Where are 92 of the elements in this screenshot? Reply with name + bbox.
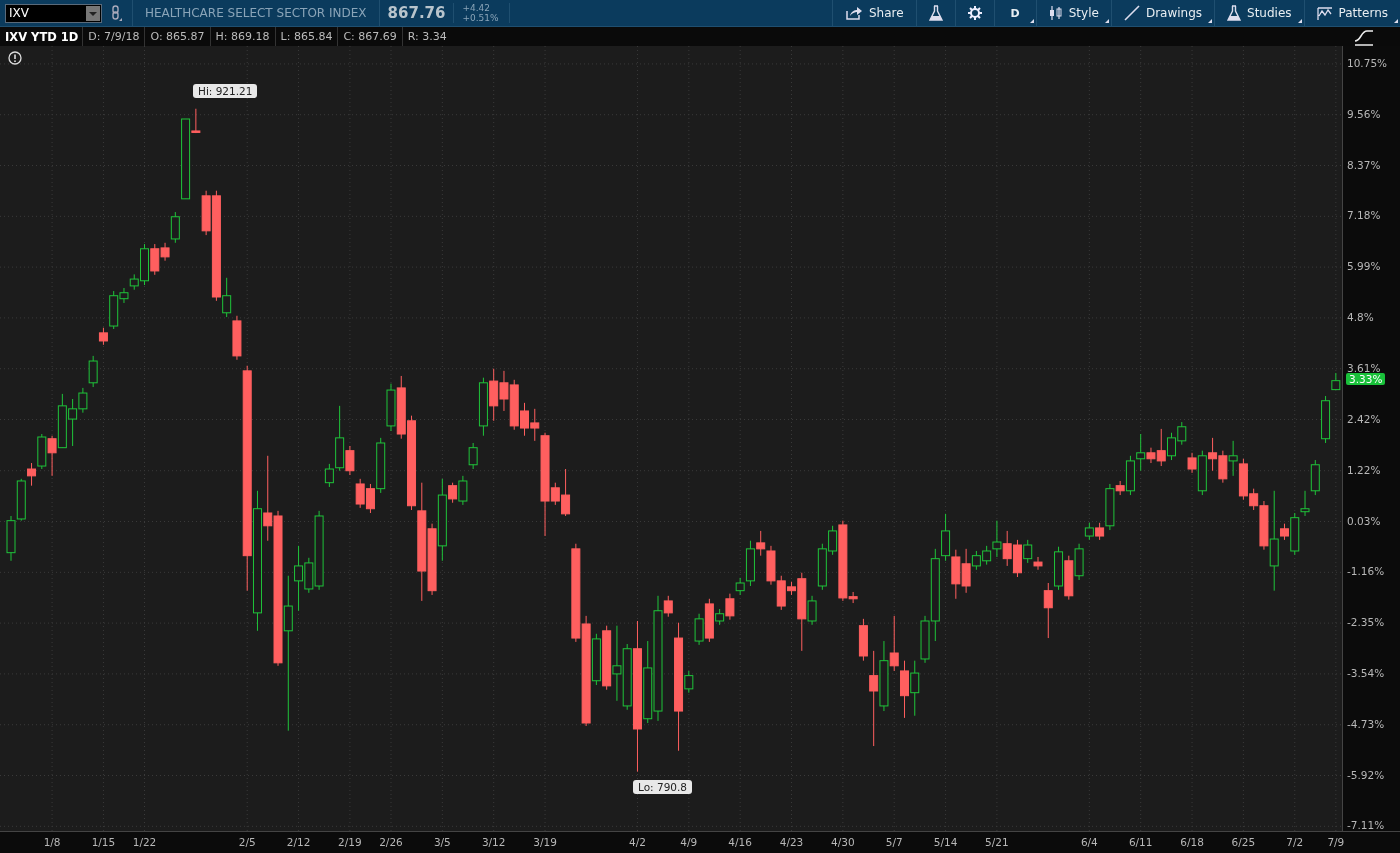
candlestick	[1300, 490, 1310, 517]
candlestick	[889, 615, 899, 672]
drawings-button[interactable]: Drawings	[1110, 0, 1215, 26]
axis-label: 2/12	[286, 836, 311, 848]
candlestick	[324, 463, 334, 488]
share-icon	[844, 6, 863, 20]
axis-label: -4.73%	[1347, 717, 1385, 730]
candlestick	[807, 595, 817, 626]
axis-label: 5/21	[985, 836, 1009, 848]
candlestick	[910, 660, 920, 717]
axis-label: 1/15	[91, 836, 116, 848]
axis-label: -5.92%	[1347, 768, 1385, 781]
alert-icon[interactable]	[8, 51, 22, 65]
axis-label: 3.61%	[1347, 361, 1381, 374]
studies-button[interactable]: Studies	[1214, 0, 1304, 26]
candlestick	[1228, 440, 1238, 477]
axis-label: 2/19	[338, 836, 362, 848]
axis-label: 5/14	[933, 836, 958, 848]
candlestick	[27, 462, 37, 487]
axis-label: 4/30	[831, 836, 855, 848]
axis-label: 6/18	[1180, 836, 1204, 848]
patterns-button[interactable]: Patterns	[1303, 0, 1400, 26]
candlestick	[191, 108, 201, 134]
axis-label: 1.22%	[1347, 463, 1381, 476]
axis-label: -2.35%	[1347, 616, 1385, 629]
candlestick	[458, 475, 468, 506]
axis-label: 10.75%	[1347, 56, 1388, 69]
current-value-badge: 3.33%	[1346, 372, 1386, 385]
candlestick	[725, 593, 735, 621]
axis-label: 5.99%	[1347, 260, 1381, 273]
candlestick	[1136, 433, 1146, 472]
axis-label: 7/2	[1286, 836, 1304, 848]
axis-label: 8.37%	[1347, 158, 1381, 171]
symbol-description: HEALTHCARE SELECT SECTOR INDEX	[132, 0, 380, 26]
axis-label: 1/8	[43, 836, 61, 848]
zigzag-chart-icon	[1316, 5, 1333, 21]
axis-label: 4/16	[728, 836, 752, 848]
axis-label: 4/9	[680, 836, 698, 848]
scale-curve-icon[interactable]	[1353, 27, 1375, 46]
last-price: 867.76	[386, 4, 447, 22]
candlestick	[694, 613, 704, 646]
axis-label: 4/23	[779, 836, 804, 848]
candlestick	[1043, 582, 1053, 639]
flask-icon	[1227, 5, 1242, 21]
axis-label: 5/7	[885, 836, 903, 848]
chart-title: IXV YTD 1D	[4, 29, 80, 44]
axis-label: 1/22	[132, 836, 157, 848]
candlestick	[1033, 556, 1043, 571]
axis-label: 4.8%	[1347, 310, 1374, 323]
axis-label: 9.56%	[1347, 107, 1381, 120]
candlestick	[170, 211, 180, 244]
candlestick	[222, 277, 232, 318]
axis-label: -3.54%	[1347, 666, 1385, 679]
candlestick	[448, 482, 458, 504]
style-button[interactable]: Style	[1035, 0, 1111, 26]
percent-change: +0.51%	[462, 13, 499, 23]
candlestick	[1023, 539, 1033, 564]
candlestick	[1187, 452, 1197, 474]
axis-label: -7.11%	[1347, 819, 1385, 832]
candlestick	[756, 530, 766, 557]
candles-icon	[1048, 5, 1063, 21]
axis-label: 2.42%	[1347, 412, 1381, 425]
axis-label: 6/11	[1128, 836, 1153, 848]
diagonal-line-icon	[1123, 5, 1140, 21]
high-callout: Hi: 921.21	[193, 84, 258, 98]
axis-label: -1.16%	[1347, 565, 1385, 578]
axis-label: 4/2	[629, 836, 646, 848]
axis-label: 2/26	[379, 836, 403, 848]
candlestick	[345, 445, 355, 476]
axis-label: 6/4	[1080, 836, 1098, 848]
axis-label: 7/9	[1327, 836, 1345, 848]
axis-label: 3/12	[481, 836, 506, 848]
axis-label: 3/19	[533, 836, 557, 848]
flask-icon	[928, 5, 943, 21]
net-change: +4.42	[462, 3, 492, 13]
candlestick	[47, 435, 57, 477]
settings-icon	[967, 6, 982, 20]
axis-label: 6/25	[1231, 836, 1256, 848]
aggregation-button[interactable]: D	[993, 0, 1036, 26]
candlestick	[684, 670, 694, 694]
axis-label: 0.03%	[1347, 514, 1381, 527]
candlestick	[663, 595, 673, 618]
low-callout: Lo: 790.8	[633, 780, 693, 794]
axis-label: 3/5	[433, 836, 451, 848]
candlestick	[468, 442, 478, 470]
candlestick	[88, 355, 98, 388]
axis-label: 2/5	[238, 836, 256, 848]
candlestick	[869, 650, 879, 747]
share-button[interactable]: Share	[831, 0, 916, 26]
axis-label: 7.18%	[1347, 209, 1381, 222]
chain-link-icon[interactable]	[110, 4, 122, 22]
candlestick	[992, 520, 1002, 558]
